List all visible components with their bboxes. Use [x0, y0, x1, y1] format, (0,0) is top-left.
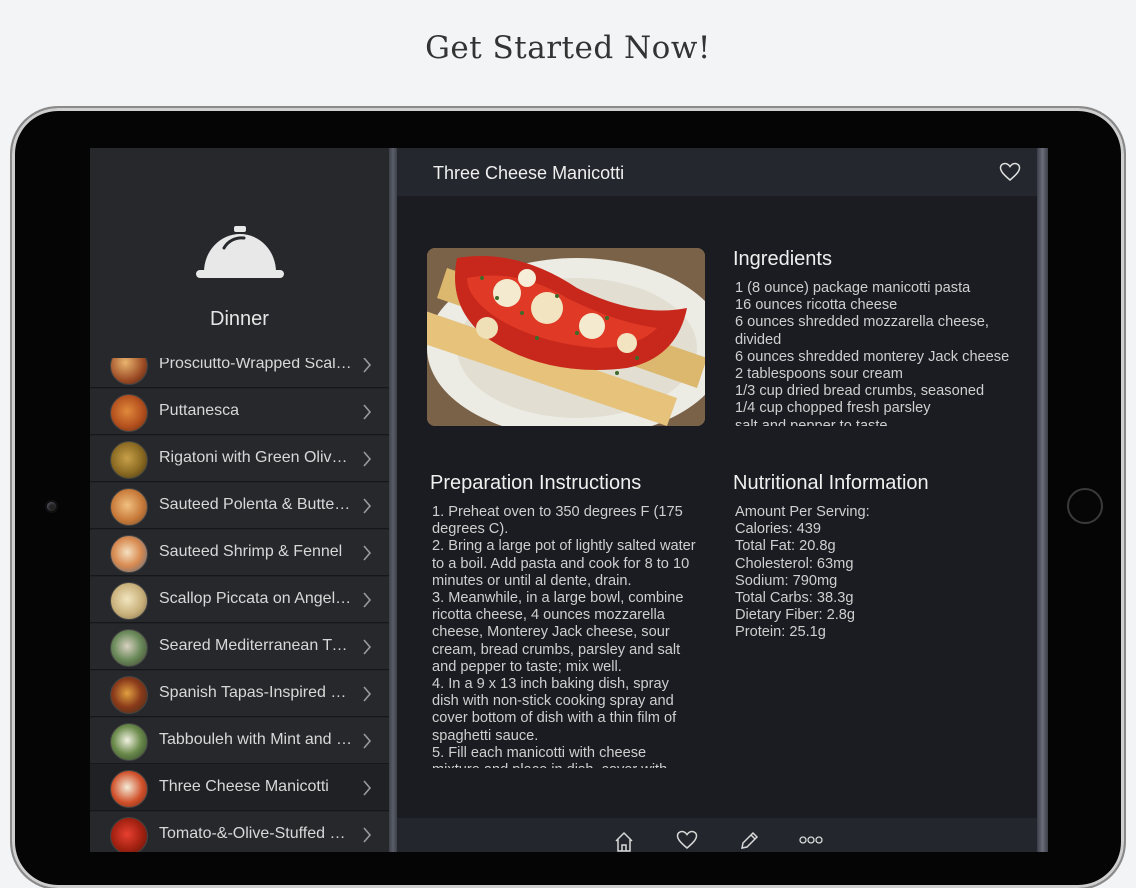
- heart-icon[interactable]: [676, 830, 698, 850]
- list-item[interactable]: Sauteed Shrimp & Fennel: [90, 530, 389, 576]
- nutrition-item: Cholesterol: 63mg: [735, 555, 854, 572]
- nutrition-item: Calories: 439: [735, 521, 821, 538]
- nutrition-item: Dietary Fiber: 2.8g: [735, 607, 856, 624]
- nutrition-item: Total Fat: 20.8g: [735, 538, 836, 555]
- list-item-label: Rigatoni with Green Olive Tapenade: [159, 449, 355, 466]
- cloche-icon: [196, 226, 284, 278]
- app-screen: Dinner Prosciutto-Wrapped Scallops Putta…: [90, 148, 1048, 852]
- chevron-right-icon: [363, 639, 372, 655]
- list-item-label: Sauteed Polenta & Butternut Squash: [159, 496, 355, 513]
- list-item[interactable]: Prosciutto-Wrapped Scallops: [90, 358, 389, 388]
- recipe-thumbnail: [110, 770, 148, 808]
- recipe-thumbnail: [110, 441, 148, 479]
- bottom-toolbar: [397, 818, 1037, 852]
- recipe-thumbnail: [110, 676, 148, 714]
- list-item-label: Puttanesca: [159, 402, 240, 419]
- ingredient-item: 16 ounces ricotta cheese: [735, 297, 898, 314]
- sidebar: Dinner Prosciutto-Wrapped Scallops Putta…: [90, 148, 389, 852]
- chevron-right-icon: [363, 404, 372, 420]
- list-item[interactable]: Scallop Piccata on Angel Hair: [90, 577, 389, 623]
- ingredient-item: 6 ounces shredded monterey Jack cheese: [735, 348, 1010, 365]
- recipe-thumbnail: [110, 817, 148, 852]
- list-item-label: Sauteed Shrimp & Fennel: [159, 543, 343, 560]
- category-title: Dinner: [210, 308, 269, 330]
- chevron-right-icon: [363, 545, 372, 561]
- list-item[interactable]: Sauteed Polenta & Butternut Squash: [90, 483, 389, 529]
- recipe-title: Three Cheese Manicotti: [433, 163, 625, 183]
- list-item-label: Spanish Tapas-Inspired Salad: [159, 684, 355, 701]
- instructions-body: 1. Preheat oven to 350 degrees F (175 de…: [432, 504, 696, 768]
- list-item-label: Seared Mediterranean Tuna Steaks: [159, 637, 355, 654]
- tablet-home-button[interactable]: [1067, 488, 1103, 524]
- recipe-detail: Three Cheese Manicotti Ingredients 1 (8 …: [397, 148, 1037, 852]
- ingredients-list: 1 (8 ounce) package manicotti pasta 16 o…: [735, 280, 1027, 426]
- camera-icon: [47, 502, 56, 511]
- list-item[interactable]: Tomato-&-Olive-Stuffed Chicken: [90, 812, 389, 852]
- instruction-step: 2. Bring a large pot of lightly salted w…: [432, 538, 696, 589]
- chevron-right-icon: [363, 827, 372, 843]
- home-icon[interactable]: [613, 830, 635, 852]
- instructions-title: Preparation Instructions: [430, 472, 642, 494]
- chevron-right-icon: [363, 780, 372, 796]
- nutrition-title: Nutritional Information: [733, 472, 929, 494]
- recipe-list[interactable]: Prosciutto-Wrapped Scallops Puttanesca R…: [90, 358, 389, 852]
- recipe-thumbnail: [110, 723, 148, 761]
- favorite-heart-icon[interactable]: [999, 162, 1021, 182]
- recipe-thumbnail: [110, 582, 148, 620]
- category-header: Dinner: [90, 148, 389, 358]
- list-item[interactable]: Tabbouleh with Mint and Feta: [90, 718, 389, 764]
- chevron-right-icon: [363, 592, 372, 608]
- list-item-label: Scallop Piccata on Angel Hair: [159, 590, 355, 607]
- recipe-thumbnail: [110, 535, 148, 573]
- detail-navbar: Three Cheese Manicotti: [397, 148, 1037, 196]
- list-item[interactable]: Spanish Tapas-Inspired Salad: [90, 671, 389, 717]
- chevron-right-icon: [363, 358, 372, 373]
- nutrition-item: Protein: 25.1g: [735, 624, 826, 641]
- ingredient-item: 2 tablespoons sour cream: [735, 366, 903, 383]
- ingredient-item: salt and pepper to taste: [735, 417, 888, 426]
- chevron-right-icon: [363, 451, 372, 467]
- list-item-label: Tomato-&-Olive-Stuffed Chicken: [159, 825, 355, 842]
- list-item-label: Three Cheese Manicotti: [159, 778, 329, 795]
- instruction-step: 1. Preheat oven to 350 degrees F (175 de…: [432, 504, 683, 538]
- ingredient-item: 1/3 cup dried bread crumbs, seasoned: [735, 383, 985, 400]
- split-divider[interactable]: [389, 148, 397, 852]
- chevron-right-icon: [363, 733, 372, 749]
- instruction-step: 3. Meanwhile, in a large bowl, combine r…: [432, 590, 684, 675]
- recipe-thumbnail: [110, 394, 148, 432]
- list-item[interactable]: Seared Mediterranean Tuna Steaks: [90, 624, 389, 670]
- nutrition-item: Total Carbs: 38.3g: [735, 590, 854, 607]
- nutrition-item: Sodium: 790mg: [735, 572, 838, 589]
- instruction-step: 5. Fill each manicotti with cheese mixtu…: [432, 744, 667, 768]
- nutrition-item: Amount Per Serving:: [735, 504, 870, 520]
- ingredients-title: Ingredients: [733, 248, 832, 270]
- chevron-right-icon: [363, 686, 372, 702]
- chevron-right-icon: [363, 498, 372, 514]
- ingredient-item: 6 ounces shredded mozzarella cheese, div…: [735, 314, 989, 348]
- screen-edge: [1037, 148, 1048, 852]
- recipe-thumbnail: [110, 629, 148, 667]
- ingredient-item: 1 (8 ounce) package manicotti pasta: [735, 280, 971, 296]
- list-item-label: Tabbouleh with Mint and Feta: [159, 731, 355, 748]
- more-icon[interactable]: [799, 836, 823, 844]
- pencil-icon[interactable]: [738, 830, 760, 852]
- list-item-selected[interactable]: Three Cheese Manicotti: [90, 765, 389, 811]
- instruction-step: 4. In a 9 x 13 inch baking dish, spray d…: [432, 676, 677, 744]
- list-item[interactable]: Puttanesca: [90, 389, 389, 435]
- recipe-photo: [427, 248, 705, 426]
- list-item-label: Prosciutto-Wrapped Scallops: [159, 358, 355, 372]
- recipe-thumbnail: [110, 488, 148, 526]
- page-headline: Get Started Now!: [425, 30, 711, 66]
- nutrition-list: Amount Per Serving: Calories: 439 Total …: [735, 504, 1025, 654]
- recipe-thumbnail: [110, 358, 148, 385]
- list-item[interactable]: Rigatoni with Green Olive Tapenade: [90, 436, 389, 482]
- ingredient-item: 1/4 cup chopped fresh parsley: [735, 400, 931, 417]
